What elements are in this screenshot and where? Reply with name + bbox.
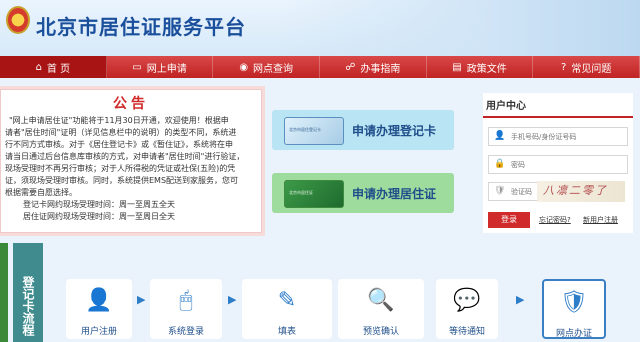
guide-icon: ☍ xyxy=(345,61,356,73)
login-button[interactable]: 登录 xyxy=(488,212,530,228)
step-wait-notice[interactable]: 💬 等待通知 xyxy=(436,279,498,339)
step-outlet-processing[interactable]: 🛡 网点办证 xyxy=(542,279,606,339)
nav-item-label: 网点查询 xyxy=(253,63,294,75)
username-input[interactable] xyxy=(511,130,623,143)
residence-permit-icon: 北京市居住证 xyxy=(284,180,344,208)
nav-item-label: 首 页 xyxy=(46,63,71,75)
notice-time: 居住证网约现场受理时间：周一至周日全天 xyxy=(23,212,175,221)
police-emblem-icon: 🛡 xyxy=(560,289,588,315)
form-edit-icon: ✎ xyxy=(277,287,297,313)
notification-icon: 💬 xyxy=(453,287,481,313)
step-label: 等待通知 xyxy=(448,327,485,337)
main-nav: ⌂ 首 页 ▭ 网上申请 ◉ 网点查询 ☍ 办事指南 ▤ 政策文件 ? 常见问题 xyxy=(0,56,640,78)
notice-time: 登记卡网约现场受理时间：周一至周五全天 xyxy=(23,200,175,209)
apply-label: 申请办理登记卡 xyxy=(352,124,437,138)
nav-item-guide[interactable]: ☍ 办事指南 xyxy=(320,56,427,78)
nav-item-label: 办事指南 xyxy=(360,63,401,75)
site-title: 北京市居住证服务平台 xyxy=(36,15,246,39)
notice-line: "网上申请居住证"功能将于11月30日开通，欢迎使用！根据申 xyxy=(9,116,229,125)
arrow-icon: ▶ xyxy=(228,293,237,306)
notice-line: 根据需要自愿选择。 xyxy=(5,188,77,197)
nav-item-label: 政策文件 xyxy=(466,63,507,75)
process-section: 登记卡流程 👤 用户注册 ▶ 🖱 系统登录 ▶ ✎ 填表 🔍 预览确认 💬 等待… xyxy=(0,243,640,342)
step-label: 系统登录 xyxy=(167,327,204,337)
notice-line: 现场受理时不再另行审核；对于人所得税的凭证或社保(五险)的凭 xyxy=(5,164,236,173)
card-text: 北京市居住登记卡 xyxy=(289,127,321,132)
notice-line: 请当日通过后台信息库审核的方式，对申请者"居住时间"进行验证， xyxy=(5,152,245,161)
nav-item-label: 常见问题 xyxy=(571,63,612,75)
process-title: 登记卡流程 xyxy=(13,243,43,342)
apply-registration-card-button[interactable]: 北京市居住登记卡 申请办理登记卡 xyxy=(272,110,454,150)
arrow-icon: ▶ xyxy=(137,293,146,306)
password-field[interactable]: 🔒 xyxy=(488,155,628,174)
register-link[interactable]: 新用户注册 xyxy=(583,215,618,225)
registration-card-icon: 北京市居住登记卡 xyxy=(284,117,344,145)
step-fill-form[interactable]: ✎ 填表 xyxy=(242,279,332,339)
step-label: 填表 xyxy=(277,327,296,337)
notice-panel: 公告 "网上申请居住证"功能将于11月30日开通，欢迎使用！根据申 请者"居住时… xyxy=(0,89,262,233)
preview-icon: 🔍 xyxy=(367,287,395,313)
nav-item-outlet-search[interactable]: ◉ 网点查询 xyxy=(213,56,321,78)
password-input[interactable] xyxy=(511,158,623,171)
notice-line: 证，须现场受理时审核。同时，系统提供EMS配送到家服务，您可 xyxy=(5,176,239,185)
user-center-title: 用户中心 xyxy=(483,93,633,118)
site-header: ★ 北京市居住证服务平台 xyxy=(0,0,640,56)
police-emblem-icon: ★ xyxy=(6,6,30,34)
step-label: 用户注册 xyxy=(80,327,117,337)
step-label: 网点办证 xyxy=(555,329,592,339)
notice-title: 公告 xyxy=(113,96,149,112)
search-icon: ◉ xyxy=(239,61,249,73)
mouse-icon: 🖱 xyxy=(179,287,193,313)
step-system-login[interactable]: 🖱 系统登录 xyxy=(150,279,222,339)
arrow-icon: ▶ xyxy=(516,293,525,306)
monitor-icon: ▭ xyxy=(132,61,142,73)
document-icon: ▤ xyxy=(452,61,462,73)
notice-body: "网上申请居住证"功能将于11月30日开通，欢迎使用！根据申 请者"居住时间"证… xyxy=(1,113,261,223)
step-preview-confirm[interactable]: 🔍 预览确认 xyxy=(338,279,424,339)
apply-label: 申请办理居住证 xyxy=(352,187,437,201)
username-field[interactable]: 👤 xyxy=(488,127,628,146)
nav-item-label: 网上申请 xyxy=(146,63,187,75)
process-stripe xyxy=(0,243,8,342)
home-icon: ⌂ xyxy=(35,61,42,73)
question-icon: ? xyxy=(561,61,567,73)
forgot-password-link[interactable]: 忘记密码? xyxy=(539,215,571,225)
user-icon: 👤 xyxy=(494,131,506,141)
notice-line: 请者"居住时间"证明（详见信息栏中的说明）的类型不同，系统进 xyxy=(5,128,237,137)
apply-residence-permit-button[interactable]: 北京市居住证 申请办理居住证 xyxy=(272,173,454,213)
card-text: 北京市居住证 xyxy=(289,190,313,195)
nav-item-policy[interactable]: ▤ 政策文件 xyxy=(427,56,534,78)
user-center-panel: 用户中心 👤 🔒 🛡 八凛二零了 登录 忘记密码? 新用户注册 xyxy=(483,93,633,233)
lock-icon: 🔒 xyxy=(494,159,506,169)
step-user-register[interactable]: 👤 用户注册 xyxy=(66,279,132,339)
notice-line: 行不同方式审核。对于《居住登记卡》或《暂住证》，系统将在申 xyxy=(5,140,233,149)
header-background xyxy=(280,0,640,56)
nav-item-home[interactable]: ⌂ 首 页 xyxy=(0,56,107,78)
nav-item-online-apply[interactable]: ▭ 网上申请 xyxy=(107,56,214,78)
step-label: 预览确认 xyxy=(362,327,399,337)
nav-item-faq[interactable]: ? 常见问题 xyxy=(533,56,640,78)
shield-icon: 🛡 xyxy=(494,186,506,196)
user-add-icon: 👤 xyxy=(85,287,113,313)
captcha-image[interactable]: 八凛二零了 xyxy=(537,181,625,202)
